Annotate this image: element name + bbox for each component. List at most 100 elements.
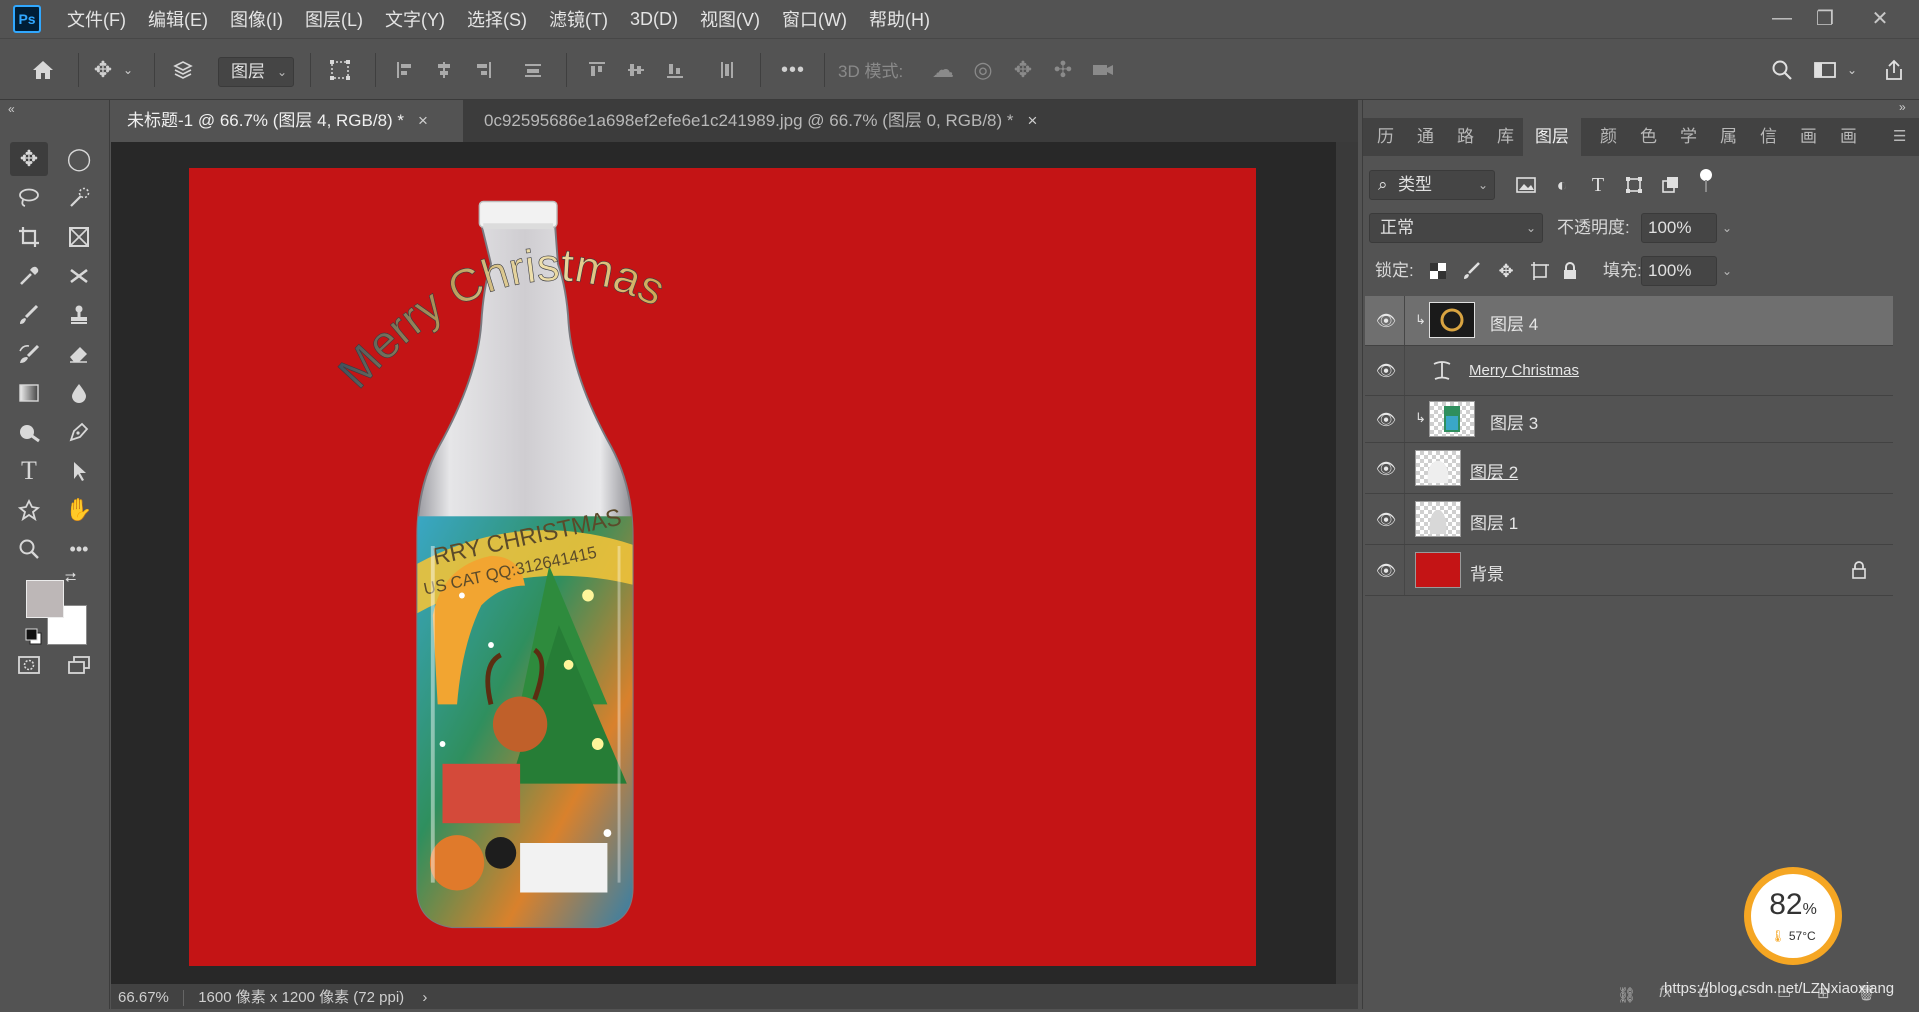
pen-icon[interactable] bbox=[60, 415, 98, 449]
tab-learn[interactable]: 学 bbox=[1680, 118, 1697, 156]
auto-select-target-dropdown[interactable]: 图层 ⌄ bbox=[218, 57, 294, 87]
tab-paths[interactable]: 路 bbox=[1457, 118, 1474, 156]
layer-name[interactable]: 图层 3 bbox=[1490, 409, 1538, 434]
zoom-level[interactable]: 66.67% bbox=[118, 989, 169, 1006]
eyedropper-icon[interactable] bbox=[10, 259, 48, 293]
screen-mode-icon[interactable] bbox=[60, 648, 98, 682]
lock-transparent-icon[interactable] bbox=[1425, 258, 1451, 284]
eraser-icon[interactable] bbox=[60, 337, 98, 371]
eye-icon[interactable]: 👁 bbox=[1375, 561, 1397, 581]
menu-layer[interactable]: 图层(L) bbox=[305, 6, 363, 32]
layer-row-layer-1[interactable]: 👁 图层 1 bbox=[1365, 494, 1893, 545]
workspace-icon[interactable] bbox=[1808, 53, 1842, 87]
close-icon[interactable]: × bbox=[1028, 111, 1038, 130]
menu-type[interactable]: 文字(Y) bbox=[385, 6, 445, 32]
filter-smart-object-icon[interactable] bbox=[1657, 172, 1683, 198]
3d-camera-icon[interactable] bbox=[1086, 53, 1120, 87]
filter-pixel-icon[interactable] bbox=[1513, 172, 1539, 198]
align-right-icon[interactable] bbox=[466, 53, 500, 87]
close-icon[interactable]: × bbox=[418, 111, 428, 130]
tab-brush-settings[interactable]: 画 bbox=[1840, 118, 1857, 156]
filter-type-icon[interactable]: T bbox=[1585, 172, 1611, 198]
home-icon[interactable] bbox=[26, 53, 60, 87]
edit-toolbar-icon[interactable]: ••• bbox=[60, 532, 98, 566]
lock-artboard-icon[interactable] bbox=[1527, 258, 1553, 284]
crop-icon[interactable] bbox=[10, 220, 48, 254]
tab-channels[interactable]: 通 bbox=[1417, 118, 1434, 156]
layer-name[interactable]: Merry Christmas bbox=[1469, 362, 1579, 379]
close-window-icon[interactable]: ✕ bbox=[1860, 4, 1900, 32]
restore-icon[interactable]: ❐ bbox=[1805, 4, 1845, 32]
tab-swatches[interactable]: 色 bbox=[1640, 118, 1657, 156]
spot-healing-icon[interactable] bbox=[60, 259, 98, 293]
eye-icon[interactable]: 👁 bbox=[1375, 459, 1397, 479]
lock-position-icon[interactable]: ✥ bbox=[1493, 258, 1519, 284]
brush-icon[interactable] bbox=[10, 298, 48, 332]
tab-untitled[interactable]: 未标题-1 @ 66.7% (图层 4, RGB/8) * × bbox=[111, 100, 463, 142]
link-layers-icon[interactable]: ⛓ bbox=[1617, 986, 1636, 1004]
menu-3d[interactable]: 3D(D) bbox=[630, 9, 678, 30]
blur-icon[interactable] bbox=[60, 376, 98, 410]
tab-libraries[interactable]: 库 bbox=[1497, 118, 1514, 156]
layer-name[interactable]: 图层 2 bbox=[1470, 458, 1518, 483]
distribute-icon[interactable] bbox=[516, 53, 550, 87]
chevron-down-icon[interactable]: ⌄ bbox=[1722, 214, 1732, 242]
layer-row-merry-christmas[interactable]: 👁 Merry Christmas bbox=[1365, 346, 1893, 396]
fill-input[interactable]: 100% ⌄ bbox=[1641, 256, 1732, 286]
eye-icon[interactable]: 👁 bbox=[1375, 410, 1397, 430]
menu-image[interactable]: 图像(I) bbox=[230, 6, 283, 32]
3d-roll-icon[interactable]: ◎ bbox=[966, 53, 1000, 87]
eye-icon[interactable]: 👁 bbox=[1375, 311, 1397, 331]
type-tool-icon[interactable]: T bbox=[10, 454, 48, 488]
filter-shape-icon[interactable] bbox=[1621, 172, 1647, 198]
menu-file[interactable]: 文件(F) bbox=[67, 6, 126, 32]
chevron-down-icon[interactable]: ⌄ bbox=[1722, 257, 1732, 285]
align-top-icon[interactable] bbox=[580, 53, 614, 87]
tab-brushes[interactable]: 画 bbox=[1800, 118, 1817, 156]
lock-all-icon[interactable] bbox=[1557, 258, 1583, 284]
gradient-icon[interactable] bbox=[10, 376, 48, 410]
align-middle-icon[interactable] bbox=[619, 53, 653, 87]
eye-icon[interactable]: 👁 bbox=[1375, 510, 1397, 530]
move-tool-icon[interactable]: ✥ bbox=[86, 53, 120, 87]
3d-pan-icon[interactable]: ✥ bbox=[1006, 53, 1040, 87]
tab-layers[interactable]: 图层 bbox=[1523, 118, 1581, 156]
chevron-down-icon[interactable]: ⌄ bbox=[1842, 53, 1862, 87]
more-options-icon[interactable]: ••• bbox=[776, 53, 810, 87]
3d-orbit-icon[interactable]: ☁ bbox=[926, 53, 960, 87]
blend-mode-dropdown[interactable]: 正常 ⌄ bbox=[1369, 213, 1543, 243]
tab-info[interactable]: 信 bbox=[1760, 118, 1777, 156]
tab-jpg[interactable]: 0c92595686e1a698ef2efe6e1c241989.jpg @ 6… bbox=[468, 100, 1188, 142]
hand-icon[interactable]: ✋ bbox=[60, 493, 98, 527]
canvas[interactable]: RRY CHRISTMAS US CAT QQ:312641415 Merry … bbox=[189, 168, 1256, 966]
tab-history[interactable]: 历 bbox=[1377, 118, 1394, 156]
lasso-icon[interactable] bbox=[10, 181, 48, 215]
layer-filter-dropdown[interactable]: ⌕ 类型 ⌄ bbox=[1369, 170, 1495, 200]
dodge-icon[interactable] bbox=[10, 415, 48, 449]
performance-widget[interactable]: 82% 🌡 57°C bbox=[1744, 867, 1842, 965]
layer-name[interactable]: 背景 bbox=[1470, 560, 1504, 585]
collapse-panel-icon[interactable]: « bbox=[8, 102, 15, 116]
align-left-icon[interactable] bbox=[388, 53, 422, 87]
elliptical-marquee-icon[interactable]: ◯ bbox=[60, 142, 98, 176]
auto-select-icon[interactable] bbox=[166, 53, 200, 87]
move-tool-icon[interactable]: ✥ bbox=[10, 142, 48, 176]
custom-shape-icon[interactable] bbox=[10, 493, 48, 527]
swap-colors-icon[interactable]: ⮂ bbox=[65, 569, 76, 586]
menu-select[interactable]: 选择(S) bbox=[467, 6, 527, 32]
distribute-vertical-icon[interactable] bbox=[710, 53, 744, 87]
align-center-icon[interactable] bbox=[427, 53, 461, 87]
layer-name[interactable]: 图层 1 bbox=[1470, 509, 1518, 534]
collapse-panel-icon[interactable]: » bbox=[1899, 100, 1906, 114]
vertical-scrollbar[interactable] bbox=[1336, 142, 1358, 984]
layer-row-layer-3[interactable]: 👁 ↳ 图层 3 bbox=[1365, 396, 1893, 443]
align-bottom-icon[interactable] bbox=[658, 53, 692, 87]
lock-image-icon[interactable] bbox=[1459, 258, 1485, 284]
layer-row-layer-4[interactable]: 👁 ↳ 图层 4 bbox=[1365, 296, 1893, 346]
menu-view[interactable]: 视图(V) bbox=[700, 6, 760, 32]
layer-name[interactable]: 图层 4 bbox=[1490, 310, 1538, 335]
minimize-icon[interactable]: — bbox=[1762, 4, 1802, 32]
layer-row-layer-2[interactable]: 👁 图层 2 bbox=[1365, 443, 1893, 494]
filter-toggle-icon[interactable] bbox=[1693, 168, 1719, 194]
share-icon[interactable] bbox=[1877, 53, 1911, 87]
